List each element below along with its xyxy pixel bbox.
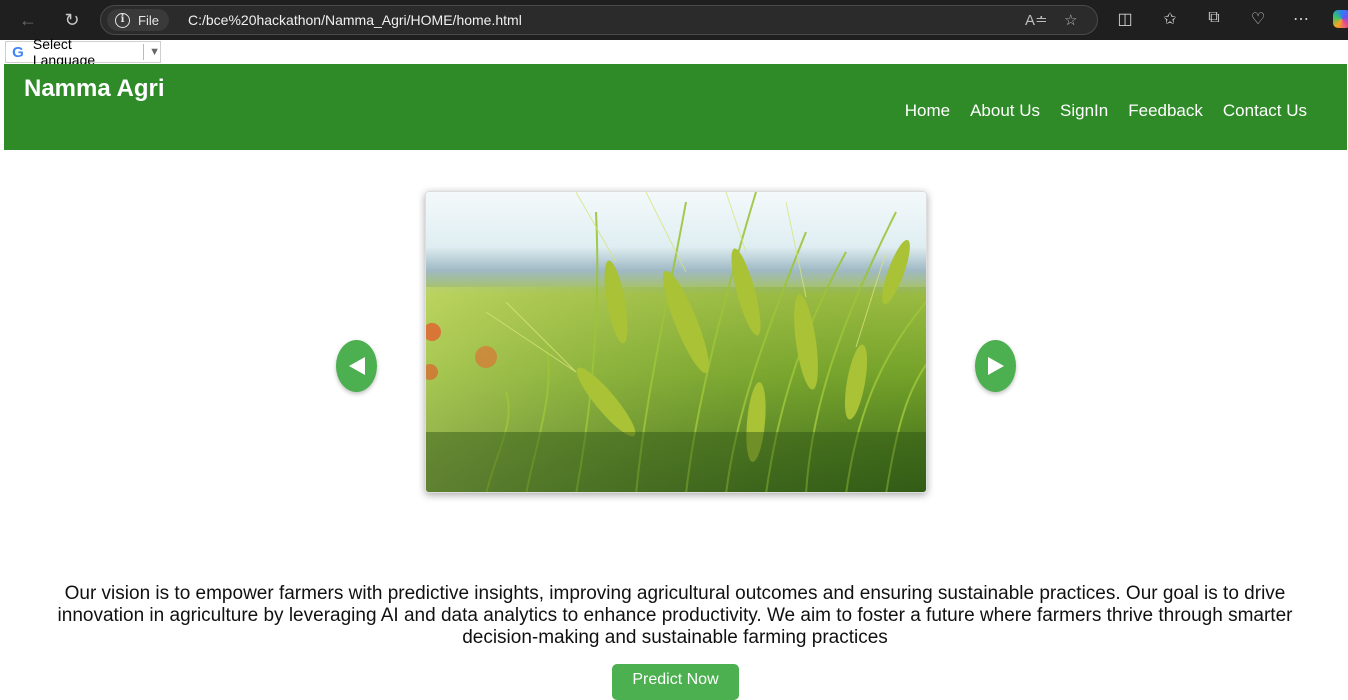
address-bar[interactable]: i File C:/bce%20hackathon/Namma_Agri/HOM… — [100, 5, 1098, 35]
reload-icon[interactable]: ↻ — [60, 8, 84, 32]
main-nav: Home About Us SignIn Feedback Contact Us — [905, 101, 1307, 121]
read-aloud-icon[interactable]: A≐ — [1025, 11, 1048, 29]
copilot-icon[interactable] — [1333, 10, 1348, 28]
google-logo-icon: G — [12, 43, 24, 61]
site-header: Namma Agri Home About Us SignIn Feedback… — [4, 64, 1347, 150]
split-screen-icon[interactable]: ◫ — [1115, 9, 1135, 29]
back-icon[interactable]: ← — [16, 8, 40, 32]
browser-essentials-icon[interactable]: ♡ — [1248, 9, 1268, 29]
favorites-icon[interactable]: ✩ — [1160, 9, 1180, 29]
browser-toolbar: ← ↻ i File C:/bce%20hackathon/Namma_Agri… — [0, 0, 1348, 40]
divider — [143, 44, 145, 60]
carousel-slide-image — [425, 191, 927, 493]
info-icon: i — [115, 12, 130, 28]
site-brand: Namma Agri — [24, 75, 165, 102]
wheat-field-image — [426, 192, 926, 492]
carousel-prev-button[interactable] — [336, 340, 377, 392]
more-icon[interactable]: ⋯ — [1291, 9, 1311, 29]
predict-now-button[interactable]: Predict Now — [612, 664, 739, 700]
dropdown-arrow-icon[interactable]: ▼ — [149, 46, 160, 58]
favorite-star-icon[interactable]: ☆ — [1064, 11, 1077, 29]
triangle-right-icon — [987, 357, 1004, 375]
nav-home[interactable]: Home — [905, 101, 950, 121]
language-select[interactable]: G Select Language ▼ — [5, 36, 161, 68]
file-chip-label: File — [138, 12, 159, 28]
nav-feedback[interactable]: Feedback — [1128, 101, 1203, 121]
site-info-button[interactable]: i File — [107, 9, 169, 31]
vision-statement: Our vision is to empower farmers with pr… — [57, 583, 1293, 648]
nav-about-us[interactable]: About Us — [970, 101, 1040, 121]
nav-contact-us[interactable]: Contact Us — [1223, 101, 1307, 121]
url-text[interactable]: C:/bce%20hackathon/Namma_Agri/HOME/home.… — [188, 12, 522, 28]
triangle-left-icon — [348, 357, 365, 375]
nav-signin[interactable]: SignIn — [1060, 101, 1108, 121]
collections-icon[interactable]: ⧉ — [1204, 9, 1224, 27]
carousel-next-button[interactable] — [975, 340, 1016, 392]
